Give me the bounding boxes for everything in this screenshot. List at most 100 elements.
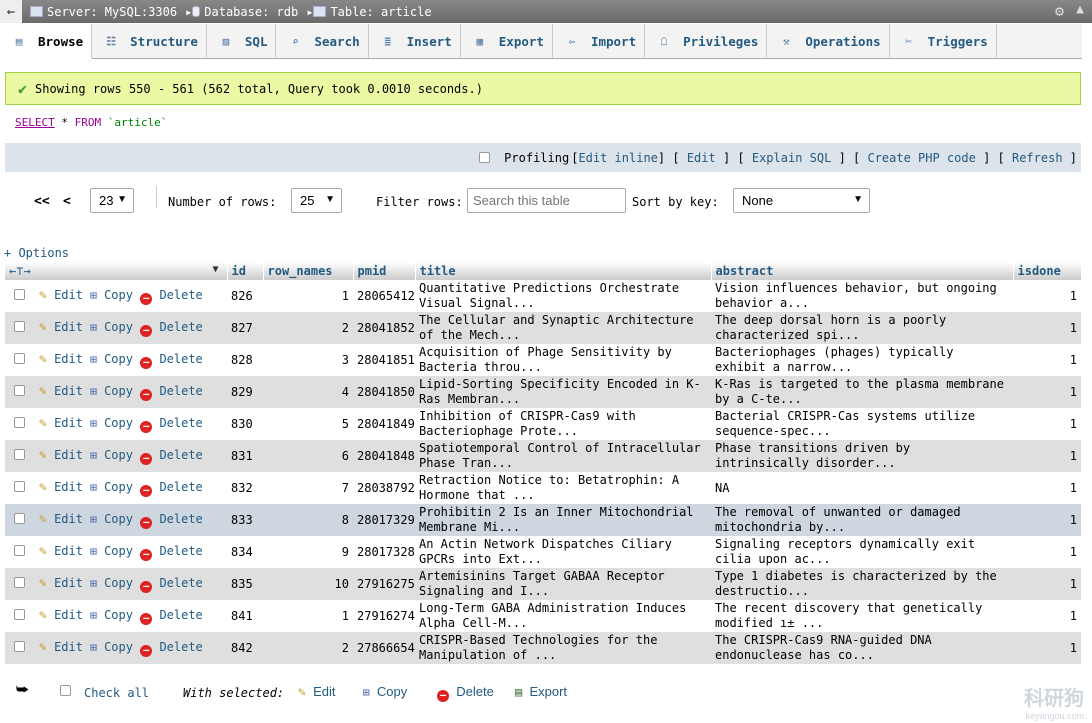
cell-row-names[interactable]: 7 [263,472,353,504]
cell-title[interactable]: Inhibition of CRISPR-Cas9 with Bacteriop… [415,408,711,440]
bulk-delete-button[interactable]: – Delete [437,684,494,702]
cell-row-names[interactable]: 6 [263,440,353,472]
cell-abstract[interactable]: Bacterial CRISPR-Cas systems utilize seq… [711,408,1013,440]
table-row[interactable]: ✎ Edit ⊞ Copy – Delete 841 1 27916274 Long-T… [5,600,1081,632]
filter-input[interactable] [467,188,626,213]
row-checkbox[interactable] [14,384,25,396]
row-checkbox[interactable] [14,576,25,588]
cell-row-names[interactable]: 2 [263,632,353,664]
check-all-label[interactable]: Check all [84,686,149,700]
column-header-id[interactable]: id [227,262,264,280]
profiling-checkbox[interactable] [479,152,491,163]
cell-pmid[interactable]: 28041849 [353,408,415,440]
row-delete-button[interactable]: – Delete [140,288,203,305]
edit-inline-link[interactable]: Edit inline [578,151,657,165]
row-copy-button[interactable]: ⊞ Copy [90,288,133,302]
cell-id[interactable]: 827 [227,312,263,344]
cell-abstract[interactable]: The deep dorsal horn is a poorly charact… [711,312,1013,344]
cell-id[interactable]: 828 [227,344,263,376]
row-delete-button[interactable]: – Delete [140,512,203,529]
cell-abstract[interactable]: Vision influences behavior, but ongoing … [711,280,1013,312]
cell-pmid[interactable]: 27916275 [353,568,415,600]
cell-title[interactable]: The Cellular and Synaptic Architecture o… [415,312,711,344]
bulk-edit-button[interactable]: ✎ Edit [298,684,335,700]
cell-title[interactable]: Lipid-Sorting Specificity Encoded in K-R… [415,376,711,408]
cell-abstract[interactable]: Phase transitions driven by intrinsicall… [711,440,1013,472]
table-row[interactable]: ✎ Edit ⊞ Copy – Delete 833 8 28017329 Prohib… [5,504,1081,536]
bulk-export-button[interactable]: ▤ Export [515,684,567,699]
row-edit-button[interactable]: ✎ Edit [39,608,83,623]
cell-row-names[interactable]: 4 [263,376,353,408]
column-header-title[interactable]: title [415,262,712,280]
cell-title[interactable]: Long-Term GABA Administration Induces Al… [415,600,711,632]
table-row[interactable]: ✎ Edit ⊞ Copy – Delete 828 3 28041851 Acquis… [5,344,1081,376]
row-copy-button[interactable]: ⊞ Copy [90,480,133,494]
column-header-pmid[interactable]: pmid [353,262,416,280]
cell-isdone[interactable]: 1 [1013,312,1081,344]
cell-pmid[interactable]: 27866654 [353,632,415,664]
row-delete-button[interactable]: – Delete [140,384,203,401]
column-header-row-names[interactable]: row_names [263,262,354,280]
cell-row-names[interactable]: 10 [263,568,353,600]
cell-row-names[interactable]: 3 [263,344,353,376]
row-copy-button[interactable]: ⊞ Copy [90,544,133,558]
row-edit-button[interactable]: ✎ Edit [39,640,83,655]
create-php-code-link[interactable]: Create PHP code [867,151,975,165]
table-row[interactable]: ✎ Edit ⊞ Copy – Delete 832 7 28038792 Retrac… [5,472,1081,504]
cell-row-names[interactable]: 8 [263,504,353,536]
refresh-link[interactable]: Refresh [1012,151,1063,165]
breadcrumb-table[interactable]: Table: article [313,5,432,19]
row-copy-button[interactable]: ⊞ Copy [90,352,133,366]
row-delete-button[interactable]: – Delete [140,576,203,593]
table-row[interactable]: ✎ Edit ⊞ Copy – Delete 826 1 28065412 Quanti… [5,280,1081,312]
tab-privileges[interactable]: ☖ Privileges [645,24,768,58]
row-copy-button[interactable]: ⊞ Copy [90,448,133,462]
column-header-abstract[interactable]: abstract [711,262,1014,280]
table-row[interactable]: ✎ Edit ⊞ Copy – Delete 834 9 28017328 An Act… [5,536,1081,568]
row-edit-button[interactable]: ✎ Edit [39,352,83,367]
sort-select[interactable]: None ▼ [733,188,870,213]
page-select[interactable]: 23 ▼ [90,188,134,213]
tab-insert[interactable]: ≣ Insert [369,24,461,58]
cell-title[interactable]: Spatiotemporal Control of Intracellular … [415,440,711,472]
cell-isdone[interactable]: 1 [1013,504,1081,536]
tab-sql[interactable]: ▨ SQL [207,24,277,58]
cell-pmid[interactable]: 28041852 [353,312,415,344]
cell-id[interactable]: 835 [227,568,263,600]
cell-id[interactable]: 832 [227,472,263,504]
cell-row-names[interactable]: 2 [263,312,353,344]
cell-isdone[interactable]: 1 [1013,440,1081,472]
cell-isdone[interactable]: 1 [1013,472,1081,504]
cell-id[interactable]: 829 [227,376,263,408]
cell-row-names[interactable]: 1 [263,280,353,312]
row-copy-button[interactable]: ⊞ Copy [90,512,133,526]
row-checkbox[interactable] [14,512,25,524]
row-edit-button[interactable]: ✎ Edit [39,384,83,399]
row-checkbox[interactable] [14,320,25,332]
back-arrow-icon[interactable]: ← [0,0,22,23]
table-row[interactable]: ✎ Edit ⊞ Copy – Delete 842 2 27866654 CRISPR… [5,632,1081,664]
table-row[interactable]: ✎ Edit ⊞ Copy – Delete 827 2 28041852 The Ce… [5,312,1081,344]
table-row[interactable]: ✎ Edit ⊞ Copy – Delete 830 5 28041849 Inhibi… [5,408,1081,440]
row-delete-button[interactable]: – Delete [140,320,203,337]
cell-isdone[interactable]: 1 [1013,600,1081,632]
edit-link[interactable]: Edit [687,151,716,165]
cell-isdone[interactable]: 1 [1013,280,1081,312]
tab-export[interactable]: ▦ Export [461,24,553,58]
row-checkbox[interactable] [14,640,25,652]
cell-pmid[interactable]: 27916274 [353,600,415,632]
row-copy-button[interactable]: ⊞ Copy [90,640,133,654]
cell-id[interactable]: 842 [227,632,263,664]
cell-abstract[interactable]: K-Ras is targeted to the plasma membrane… [711,376,1013,408]
cell-title[interactable]: Acquisition of Phage Sensitivity by Bact… [415,344,711,376]
row-checkbox[interactable] [14,544,25,556]
cell-row-names[interactable]: 9 [263,536,353,568]
cell-isdone[interactable]: 1 [1013,408,1081,440]
row-checkbox[interactable] [14,416,25,428]
tab-browse[interactable]: ▤ Browse [0,24,93,59]
first-page-button[interactable]: << [34,194,50,209]
cell-id[interactable]: 831 [227,440,263,472]
cell-pmid[interactable]: 28041848 [353,440,415,472]
row-copy-button[interactable]: ⊞ Copy [90,320,133,334]
row-checkbox[interactable] [14,288,25,300]
